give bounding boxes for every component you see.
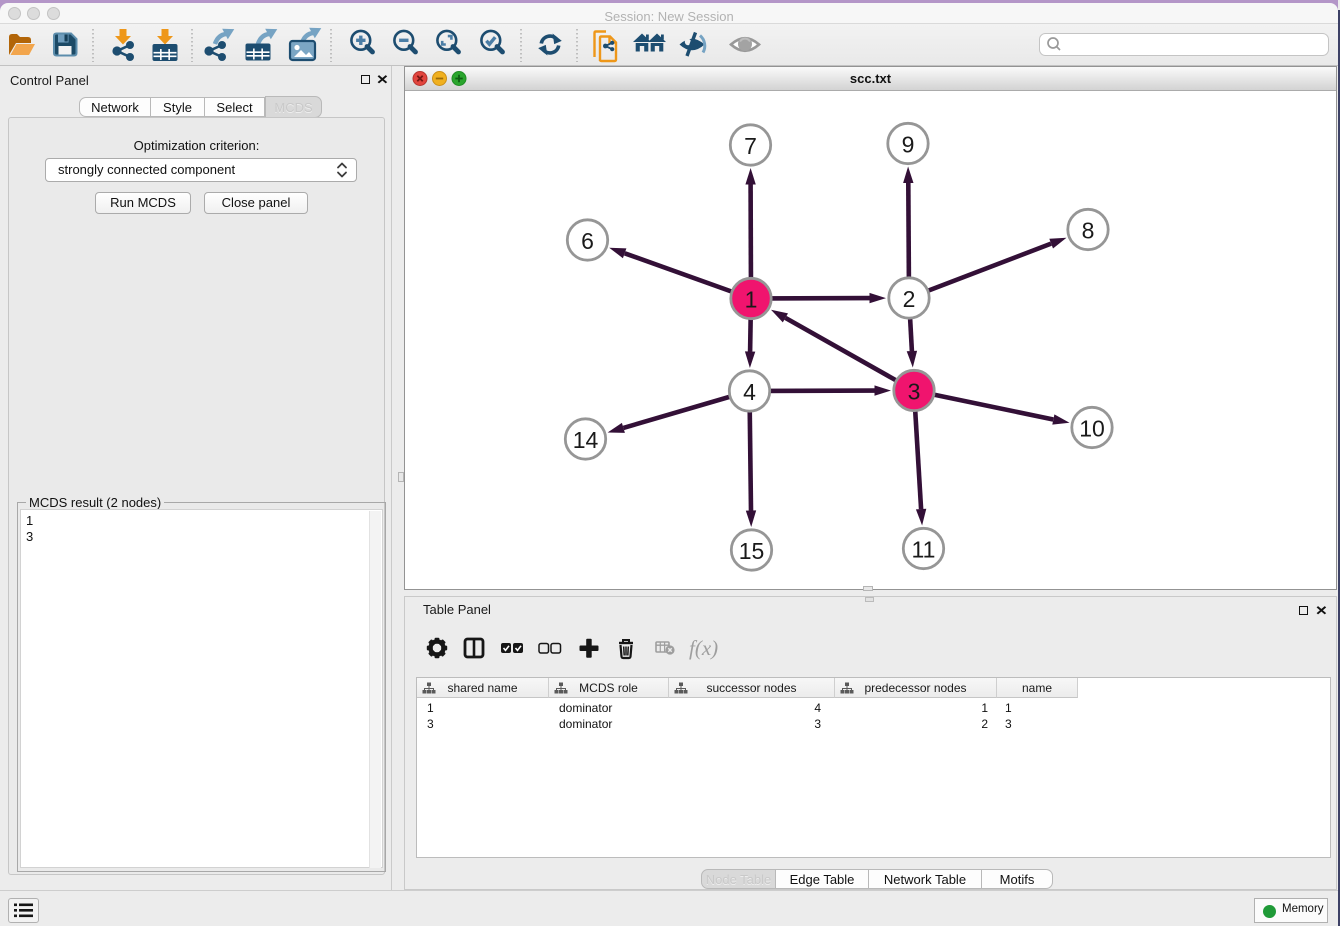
svg-text:1: 1 [745,287,758,313]
svg-text:14: 14 [573,427,599,453]
svg-text:15: 15 [739,538,765,564]
svg-text:4: 4 [743,379,756,405]
svg-text:7: 7 [744,133,757,159]
svg-text:3: 3 [908,379,921,405]
svg-text:11: 11 [912,537,936,563]
svg-text:9: 9 [902,132,915,158]
svg-text:f(x): f(x) [689,636,718,660]
svg-text:10: 10 [1079,416,1105,442]
svg-text:2: 2 [903,286,916,312]
svg-text:8: 8 [1082,218,1095,244]
svg-text:6: 6 [581,228,594,254]
